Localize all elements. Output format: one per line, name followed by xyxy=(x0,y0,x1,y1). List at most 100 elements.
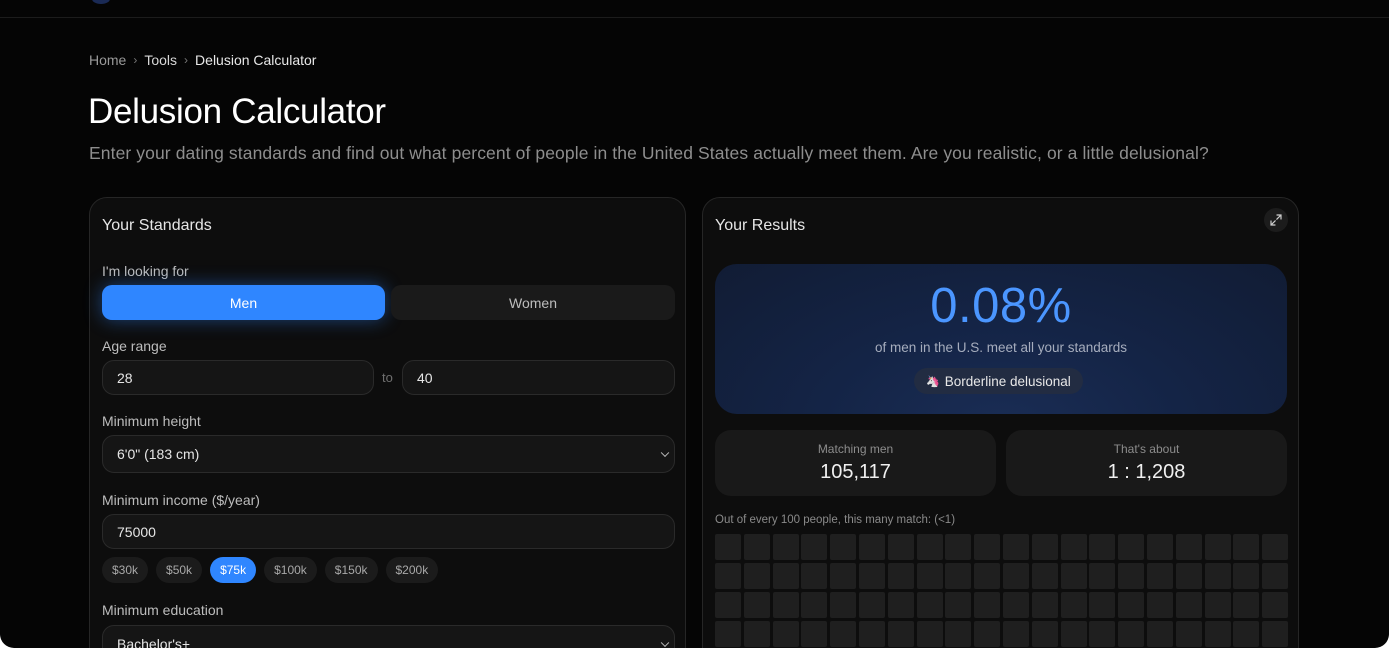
toggle-women-button[interactable]: Women xyxy=(391,285,675,320)
people-grid-cell xyxy=(743,621,770,647)
people-grid-cell xyxy=(1233,621,1260,647)
income-chip-50k[interactable]: $50k xyxy=(156,557,203,583)
income-chip-100k[interactable]: $100k xyxy=(264,557,317,583)
age-min-input[interactable]: 28 xyxy=(102,360,374,395)
people-grid-cell xyxy=(1089,563,1116,589)
people-grid-cell xyxy=(1002,621,1029,647)
people-grid-cell xyxy=(887,592,914,618)
age-max-input[interactable]: 40 xyxy=(402,360,675,395)
age-to-label: to xyxy=(382,370,393,385)
people-grid-cell xyxy=(715,563,741,589)
people-grid-cell xyxy=(974,592,1001,618)
people-grid-cell xyxy=(887,534,914,560)
people-grid-cell xyxy=(1060,592,1087,618)
people-grid-cell xyxy=(887,621,914,647)
people-grid-cell xyxy=(1204,621,1231,647)
page-subtitle: Enter your dating standards and find out… xyxy=(89,143,1209,163)
people-grid-cell xyxy=(858,563,885,589)
people-grid-cell xyxy=(1031,563,1058,589)
height-label: Minimum height xyxy=(102,413,201,429)
breadcrumb-current: Delusion Calculator xyxy=(195,52,317,68)
app-screen: Home › Tools › Delusion Calculator Delus… xyxy=(0,0,1389,648)
people-grid-cell xyxy=(974,534,1001,560)
people-grid-cell xyxy=(830,621,857,647)
income-chip-200k[interactable]: $200k xyxy=(385,557,439,583)
height-select[interactable]: 6'0" (183 cm) xyxy=(102,435,675,473)
chevron-down-icon xyxy=(660,448,670,458)
people-grid-cell xyxy=(916,621,943,647)
people-grid-cell xyxy=(1118,621,1145,647)
people-grid-cell xyxy=(945,534,972,560)
people-grid-cell xyxy=(801,592,828,618)
people-grid-cell xyxy=(1146,621,1173,647)
matching-label: Matching men xyxy=(817,442,894,456)
result-caption: of men in the U.S. meet all your standar… xyxy=(874,340,1128,355)
people-grid-cell xyxy=(743,534,770,560)
result-percent: 0.08% xyxy=(930,279,1072,333)
people-grid-cell xyxy=(1031,592,1058,618)
logo-icon[interactable] xyxy=(92,0,110,4)
people-grid-cell xyxy=(1146,592,1173,618)
age-min-value: 28 xyxy=(117,369,133,386)
verdict-text: Borderline delusional xyxy=(944,373,1071,389)
people-grid-cell xyxy=(945,592,972,618)
people-grid-cell xyxy=(1175,563,1202,589)
people-grid-cell xyxy=(1204,563,1231,589)
people-grid-cell xyxy=(1146,563,1173,589)
people-grid-cell xyxy=(1262,534,1289,560)
people-grid-cell xyxy=(715,621,741,647)
chevron-right-icon: › xyxy=(184,53,189,67)
people-grid-cell xyxy=(1089,621,1116,647)
unicorn-icon: 🦄 xyxy=(926,375,940,388)
people-grid-cell xyxy=(1002,534,1029,560)
people-grid-cell xyxy=(772,534,799,560)
page-title: Delusion Calculator xyxy=(88,92,386,131)
standards-panel: Your Standards I'm looking for Men Women… xyxy=(89,197,686,648)
people-grid-cell xyxy=(1175,534,1202,560)
people-grid-cell xyxy=(1118,592,1145,618)
people-grid-cell xyxy=(1204,592,1231,618)
people-grid-cell xyxy=(974,563,1001,589)
people-grid-cell xyxy=(743,563,770,589)
people-grid-cell xyxy=(858,534,885,560)
age-max-value: 40 xyxy=(417,369,433,386)
people-grid-cell xyxy=(1262,592,1289,618)
income-chip-75k[interactable]: $75k xyxy=(210,557,257,583)
people-grid-cell xyxy=(887,563,914,589)
people-grid-cell xyxy=(743,592,770,618)
ratio-stat-card: That's about 1 : 1,208 xyxy=(1006,430,1287,496)
people-grid-cell xyxy=(1060,563,1087,589)
income-chip-150k[interactable]: $150k xyxy=(324,557,378,583)
people-grid-cell xyxy=(1175,592,1202,618)
looking-for-label: I'm looking for xyxy=(102,263,189,279)
window-frame: Home › Tools › Delusion Calculator Delus… xyxy=(0,0,1400,660)
people-grid-cell xyxy=(1204,534,1231,560)
top-nav-bar xyxy=(0,0,1389,18)
people-grid-cell xyxy=(801,621,828,647)
people-grid-cell xyxy=(1060,621,1087,647)
matching-value: 105,117 xyxy=(820,461,891,483)
breadcrumb-tools[interactable]: Tools xyxy=(144,52,177,68)
results-panel: Your Results 0.08% of men in the U.S. me… xyxy=(702,197,1299,648)
people-grid-cell xyxy=(945,563,972,589)
people-grid-cell xyxy=(715,534,741,560)
people-grid-cell xyxy=(1089,534,1116,560)
people-grid-cell xyxy=(916,592,943,618)
income-label: Minimum income ($/year) xyxy=(102,492,260,508)
chevron-right-icon: › xyxy=(133,53,138,67)
people-grid-cell xyxy=(858,621,885,647)
breadcrumb-home[interactable]: Home xyxy=(89,52,126,68)
income-input[interactable]: 75000 xyxy=(102,514,675,549)
people-grid-cell xyxy=(1175,621,1202,647)
education-label: Minimum education xyxy=(102,602,224,618)
people-grid-cell xyxy=(1233,563,1260,589)
people-grid-cell xyxy=(830,592,857,618)
education-select[interactable]: Bachelor's+ xyxy=(102,625,675,648)
toggle-men-button[interactable]: Men xyxy=(102,285,385,320)
people-grid-cell xyxy=(1031,621,1058,647)
people-grid-cell xyxy=(1089,592,1116,618)
result-hero-card: 0.08% of men in the U.S. meet all your s… xyxy=(715,264,1287,414)
expand-button[interactable] xyxy=(1264,208,1288,232)
income-chip-30k[interactable]: $30k xyxy=(102,557,149,583)
people-grid-cell xyxy=(1002,563,1029,589)
